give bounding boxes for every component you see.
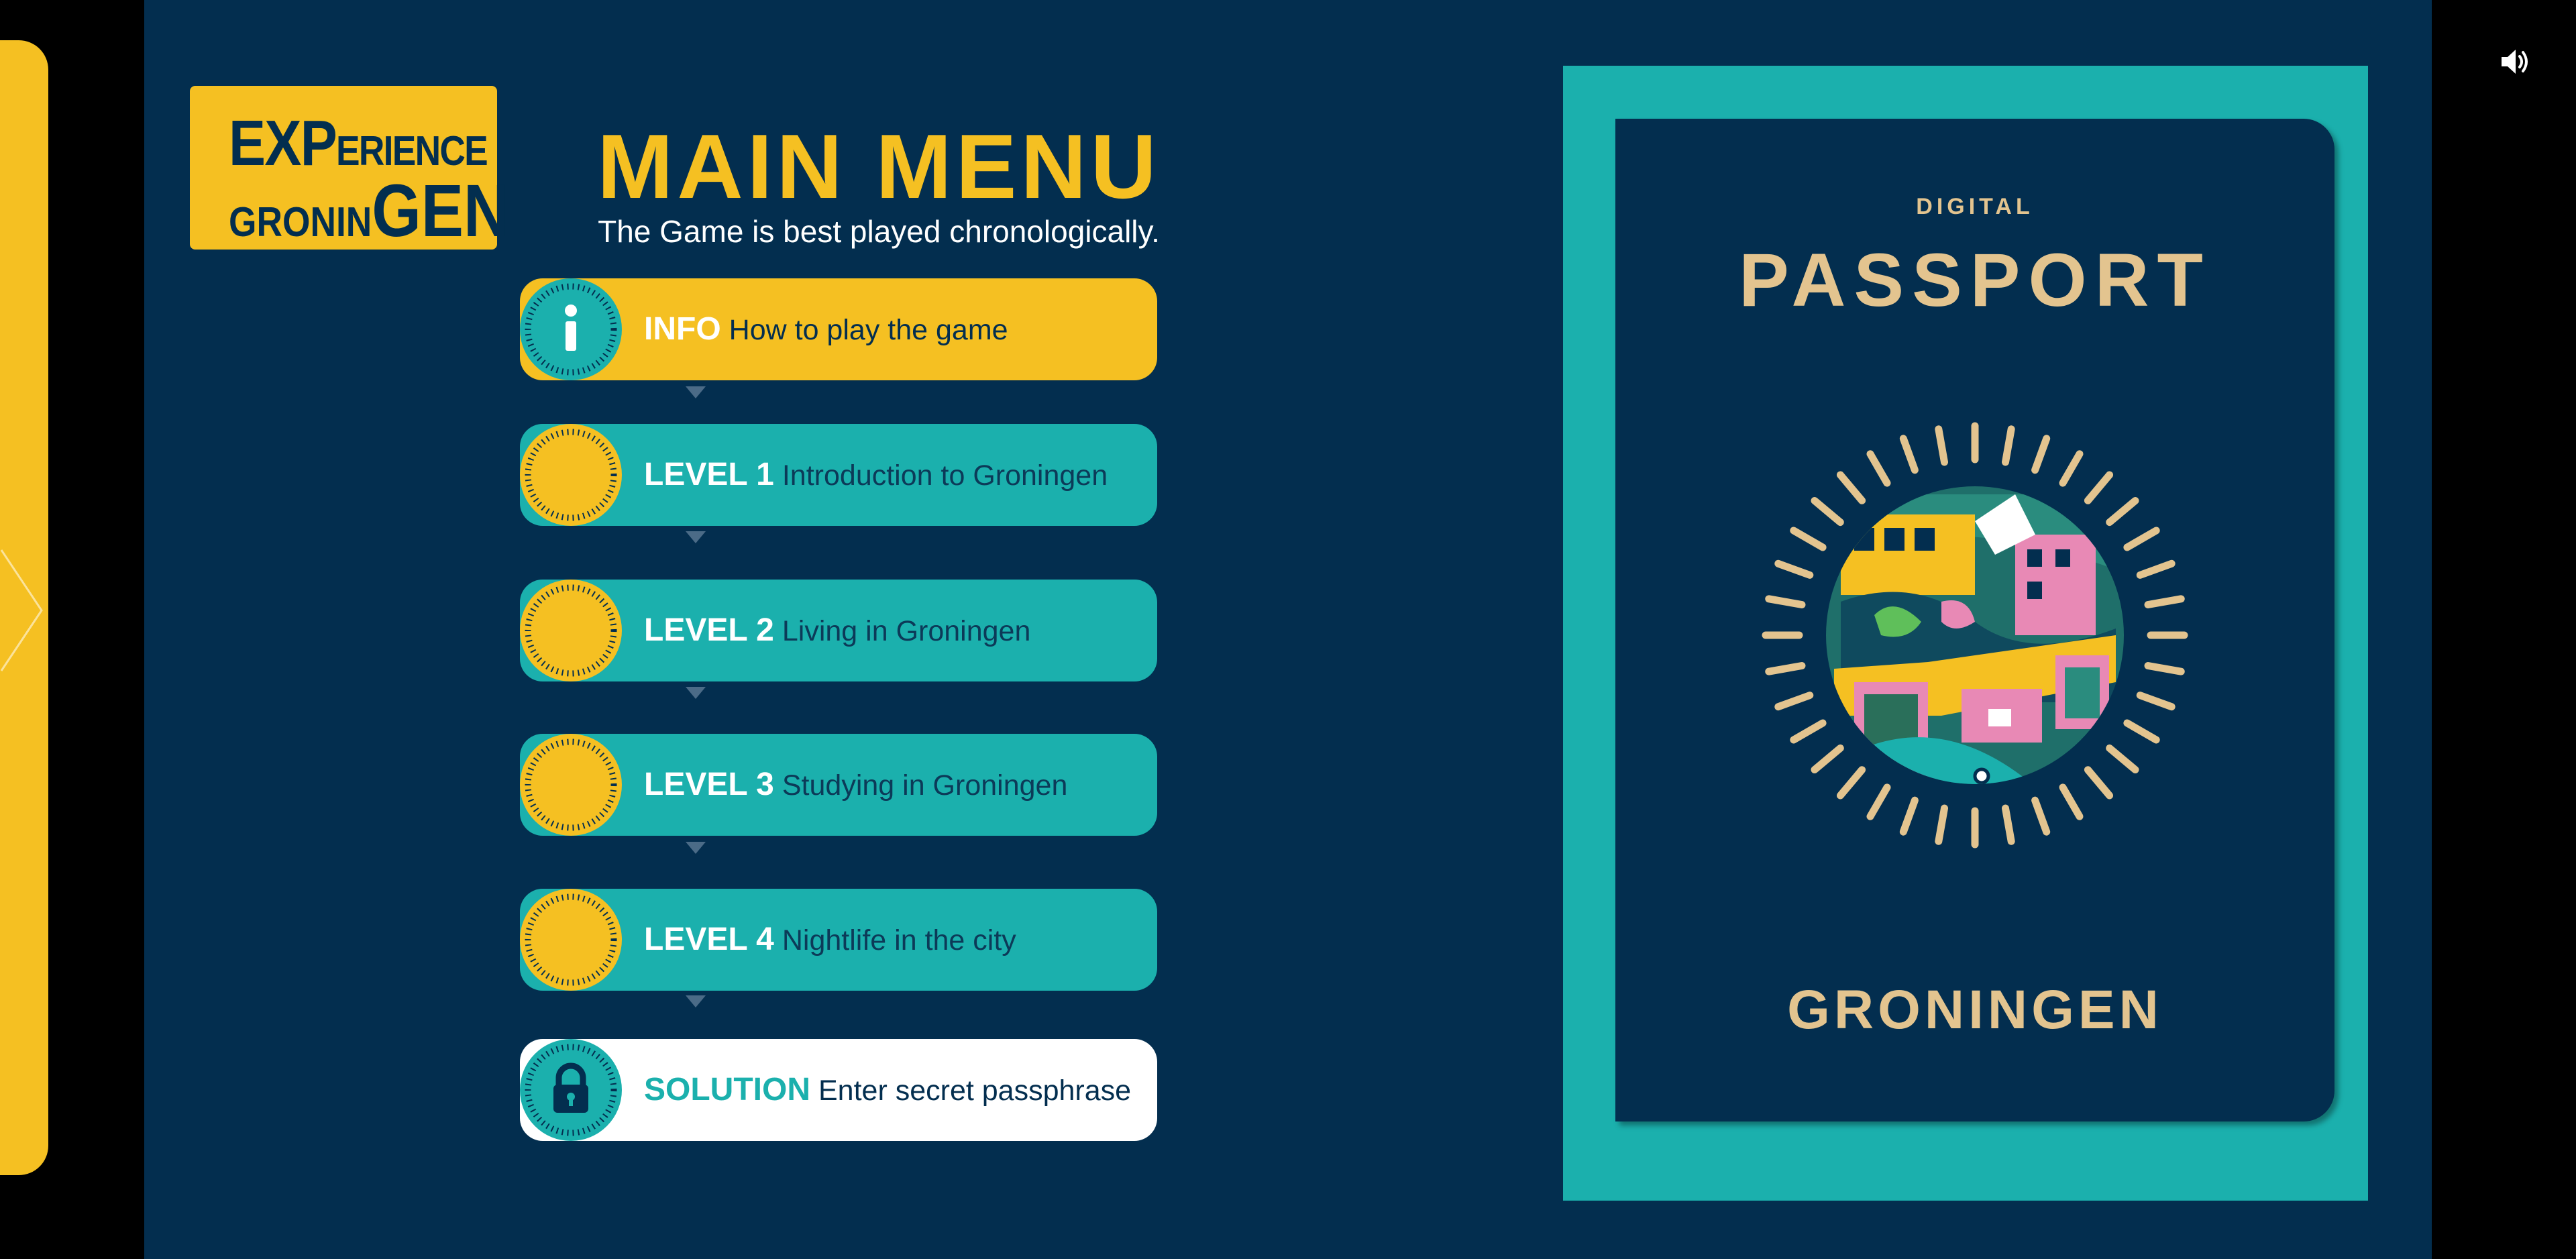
menu-item-label: SOLUTION Enter secret passphrase (644, 1072, 1132, 1107)
city-emblem-illustration (1762, 422, 2188, 849)
passport-title: PASSPORT (1739, 238, 2211, 322)
emblem-ray (1774, 692, 1814, 711)
emblem-ray (2001, 804, 2015, 845)
emblem-ray (1811, 744, 1844, 774)
emblem-ray (2001, 425, 2015, 466)
emblem-ray (2084, 766, 2114, 800)
emblem-ray (2031, 435, 2051, 474)
menu-item-label: LEVEL 2 Living in Groningen (644, 612, 1031, 648)
passport-label: DIGITAL (1916, 194, 2034, 219)
emblem-ray (2123, 527, 2160, 551)
arrow-down-icon (686, 687, 706, 699)
game-stage: EXPERIENCE GRONINGEN MAIN MENU The Game … (144, 0, 2432, 1259)
sun-badge-icon (520, 734, 622, 836)
emblem-ray (2106, 496, 2139, 527)
speaker-icon[interactable] (2499, 46, 2531, 78)
emblem-ray (2031, 796, 2051, 836)
emblem-ray (2106, 744, 2139, 774)
emblem-ray (2123, 719, 2160, 744)
emblem-ray (2136, 559, 2176, 579)
menu-item-level-1[interactable]: LEVEL 1 Introduction to Groningen (520, 424, 1157, 526)
emblem-ray (1836, 471, 1866, 504)
passport-city: GRONINGEN (1787, 979, 2163, 1040)
emblem-ray (2084, 471, 2114, 504)
sun-badge-icon (520, 580, 622, 681)
logo-line-2: GRONINGEN (229, 170, 510, 252)
emblem-ray (2144, 595, 2185, 609)
menu-item-solution[interactable]: SOLUTION Enter secret passphrase (520, 1039, 1157, 1141)
page-subtitle: The Game is best played chronologically. (598, 214, 1160, 249)
menu-item-label: INFO How to play the game (644, 311, 1008, 347)
lock-icon (520, 1039, 622, 1141)
arrow-down-icon (686, 995, 706, 1007)
menu-item-label: LEVEL 1 Introduction to Groningen (644, 457, 1108, 492)
page-title: MAIN MENU (597, 115, 1161, 217)
info-icon (520, 278, 622, 380)
menu-item-label: LEVEL 4 Nightlife in the city (644, 922, 1016, 957)
emblem-ray (1935, 804, 1949, 845)
chevron-right-icon[interactable] (0, 543, 47, 677)
emblem-ray (2136, 692, 2176, 711)
arrow-down-icon (686, 531, 706, 543)
arrow-down-icon (686, 842, 706, 854)
emblem-ray (1765, 661, 1806, 675)
menu-item-level-3[interactable]: LEVEL 3 Studying in Groningen (520, 734, 1157, 836)
emblem-ray (1866, 783, 1891, 820)
menu-item-label: LEVEL 3 Studying in Groningen (644, 767, 1068, 802)
emblem-ray (1899, 796, 1919, 836)
passport-card[interactable]: DIGITAL PASSPORT GRONINGEN (1615, 119, 2334, 1121)
emblem-ray (1811, 496, 1844, 527)
emblem-ray (2059, 783, 2084, 820)
sun-badge-icon (520, 424, 622, 526)
emblem-ray (1899, 435, 1919, 474)
arrow-down-icon (686, 386, 706, 398)
experience-groningen-logo[interactable]: EXPERIENCE GRONINGEN (190, 86, 509, 250)
emblem-ray (1774, 559, 1814, 579)
menu-item-level-4[interactable]: LEVEL 4 Nightlife in the city (520, 889, 1157, 991)
emblem-ray (1836, 766, 1866, 800)
menu-item-info[interactable]: INFO How to play the game (520, 278, 1157, 380)
sun-badge-icon (520, 889, 622, 991)
emblem-ray (1765, 595, 1806, 609)
emblem-ray (1866, 450, 1891, 487)
emblem-ray (1790, 719, 1827, 744)
menu-item-level-2[interactable]: LEVEL 2 Living in Groningen (520, 580, 1157, 681)
emblem-ray (1790, 527, 1827, 551)
emblem-ray (2059, 450, 2084, 487)
emblem-ray (2144, 661, 2185, 675)
logo-line-1: EXPERIENCE (229, 107, 488, 179)
emblem-ray (1935, 425, 1949, 466)
